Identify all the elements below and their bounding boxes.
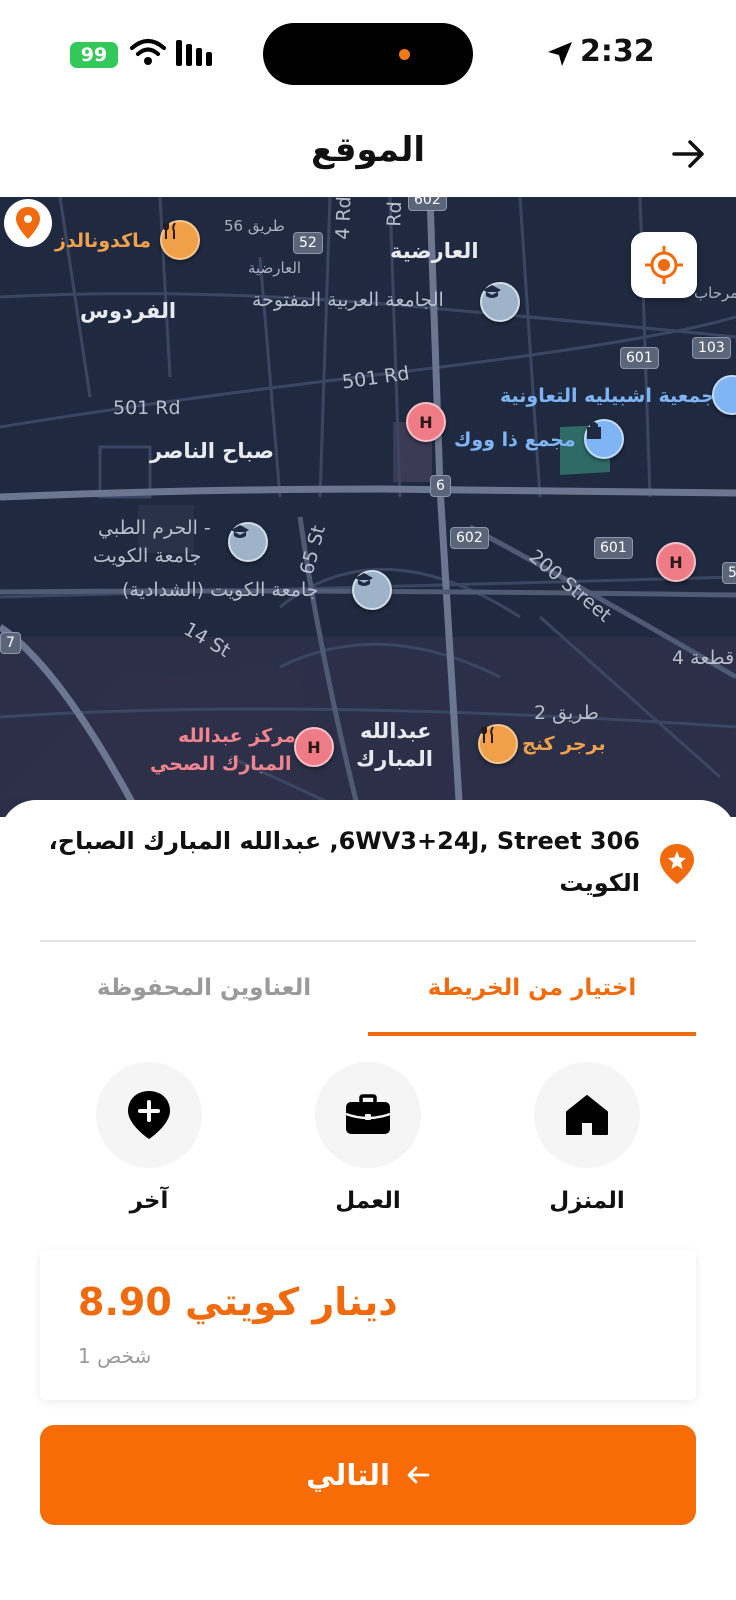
wifi-icon [130, 39, 166, 65]
road-shield: 602 [450, 527, 489, 549]
map-label-haram-line2: جامعة الكويت [93, 545, 202, 567]
map-label-ferdous: الفردوس [80, 299, 177, 323]
price-card: 8.90 دينار كويتي 1 شخص [40, 1250, 696, 1400]
map-label-open-university: الجامعة العربية المفتوحة [252, 289, 444, 311]
mall-pin-icon[interactable] [584, 419, 624, 459]
battery-icon: 99 [70, 42, 118, 68]
status-time: 2:32 [580, 34, 655, 69]
map-view[interactable]: ماكدونالدز طريق 56 العارضية العارضية الف… [0, 197, 736, 817]
place-other-label: آخر [129, 1188, 169, 1214]
map-label-abdullah-line1: عبدالله [360, 719, 432, 743]
map-label-burger-king: برجر كنج [522, 733, 606, 755]
map-label-abdullah-line2: المبارك [356, 747, 433, 771]
location-services-icon [548, 42, 572, 66]
crosshair-icon [645, 246, 683, 284]
school-pin-icon[interactable] [480, 282, 520, 322]
price-amount: 8.90 دينار كويتي [78, 1280, 398, 1324]
road-shield: 6 [430, 475, 451, 497]
persons-count: 1 شخص [78, 1344, 152, 1368]
map-label-haram-line1: الحرم الطبي - [98, 517, 211, 539]
selected-address: 6WV3+24J, Street 306, عبدالله المبارك ال… [48, 827, 640, 897]
location-pin-icon[interactable] [0, 197, 56, 257]
road-shield: 7 [0, 632, 21, 654]
map-label-sabah-nasser: صباح الناصر [150, 439, 275, 463]
place-work-label: العمل [335, 1188, 401, 1214]
road-shield: 602 [408, 197, 447, 211]
active-tab-indicator [368, 1032, 696, 1036]
map-label-ishbiliya-coop: جمعية اشبيليه التعاونية [500, 385, 715, 407]
hospital-pin-icon-2[interactable]: H [656, 542, 696, 582]
bottom-sheet: 6WV3+24J, Street 306, عبدالله المبارك ال… [0, 800, 736, 1600]
next-button-label: التالي [306, 1458, 390, 1492]
map-label-ardiya-small: العارضية [248, 259, 302, 277]
map-label-center-line2: المبارك الصحي [150, 753, 292, 775]
map-label-road-56: طريق 56 [224, 217, 285, 235]
dynamic-island [263, 23, 473, 85]
restaurant-pin-icon-2[interactable] [478, 724, 518, 764]
map-label-501-rd-b: 501 Rd [113, 397, 181, 419]
locate-me-button[interactable] [631, 232, 697, 298]
map-label-center-line1: مركز عبدالله [178, 725, 296, 747]
header: الموقع [0, 100, 736, 197]
map-label-block-4: قطعة 4 [672, 647, 735, 669]
add-location-icon [128, 1091, 170, 1139]
road-shield: 103 [692, 337, 731, 359]
arrow-left-icon [407, 1466, 430, 1484]
restaurant-pin-icon[interactable] [160, 220, 200, 260]
map-label-rd-b: 4 Rd [331, 197, 356, 241]
map-label-the-walk: مجمع ذا ووك [454, 429, 576, 451]
hospital-pin-icon-3[interactable]: H [294, 727, 334, 767]
home-icon [566, 1095, 608, 1135]
tab-choose-from-map[interactable]: اختيار من الخريطة [368, 975, 696, 1001]
road-shield: 601 [620, 347, 659, 369]
road-shield: 52 [293, 232, 323, 254]
map-label-ardiya: العارضية [390, 239, 479, 263]
divider [40, 940, 696, 942]
place-work-button[interactable]: العمل [315, 1062, 421, 1214]
road-shield: 5 [722, 562, 736, 584]
place-home-label: المنزل [549, 1188, 625, 1214]
briefcase-icon [345, 1094, 391, 1134]
road-shield: 601 [594, 537, 633, 559]
page-title: الموقع [310, 130, 426, 170]
star-pin-icon [660, 844, 694, 884]
place-other-button[interactable]: آخر [96, 1062, 202, 1214]
map-label-mcdonalds: ماكدونالدز [55, 230, 152, 252]
hospital-pin-icon[interactable]: H [406, 402, 446, 442]
campus-pin-icon[interactable] [352, 570, 392, 610]
map-label-road-2: طريق 2 [534, 702, 599, 724]
university-pin-icon[interactable] [228, 522, 268, 562]
map-label-shadadiya: جامعة الكويت (الشدادية) [122, 579, 319, 601]
cellular-signal-icon [176, 40, 212, 66]
back-arrow-icon[interactable] [666, 132, 710, 176]
map-label-mirhab: المرحاب [694, 284, 736, 302]
map-label-rd-a: Rd [383, 200, 407, 228]
place-home-button[interactable]: المنزل [534, 1062, 640, 1214]
next-button[interactable]: التالي [40, 1425, 696, 1525]
status-bar: 99 2:32 [0, 0, 736, 100]
tab-saved-addresses[interactable]: العناوين المحفوظة [40, 975, 368, 1001]
